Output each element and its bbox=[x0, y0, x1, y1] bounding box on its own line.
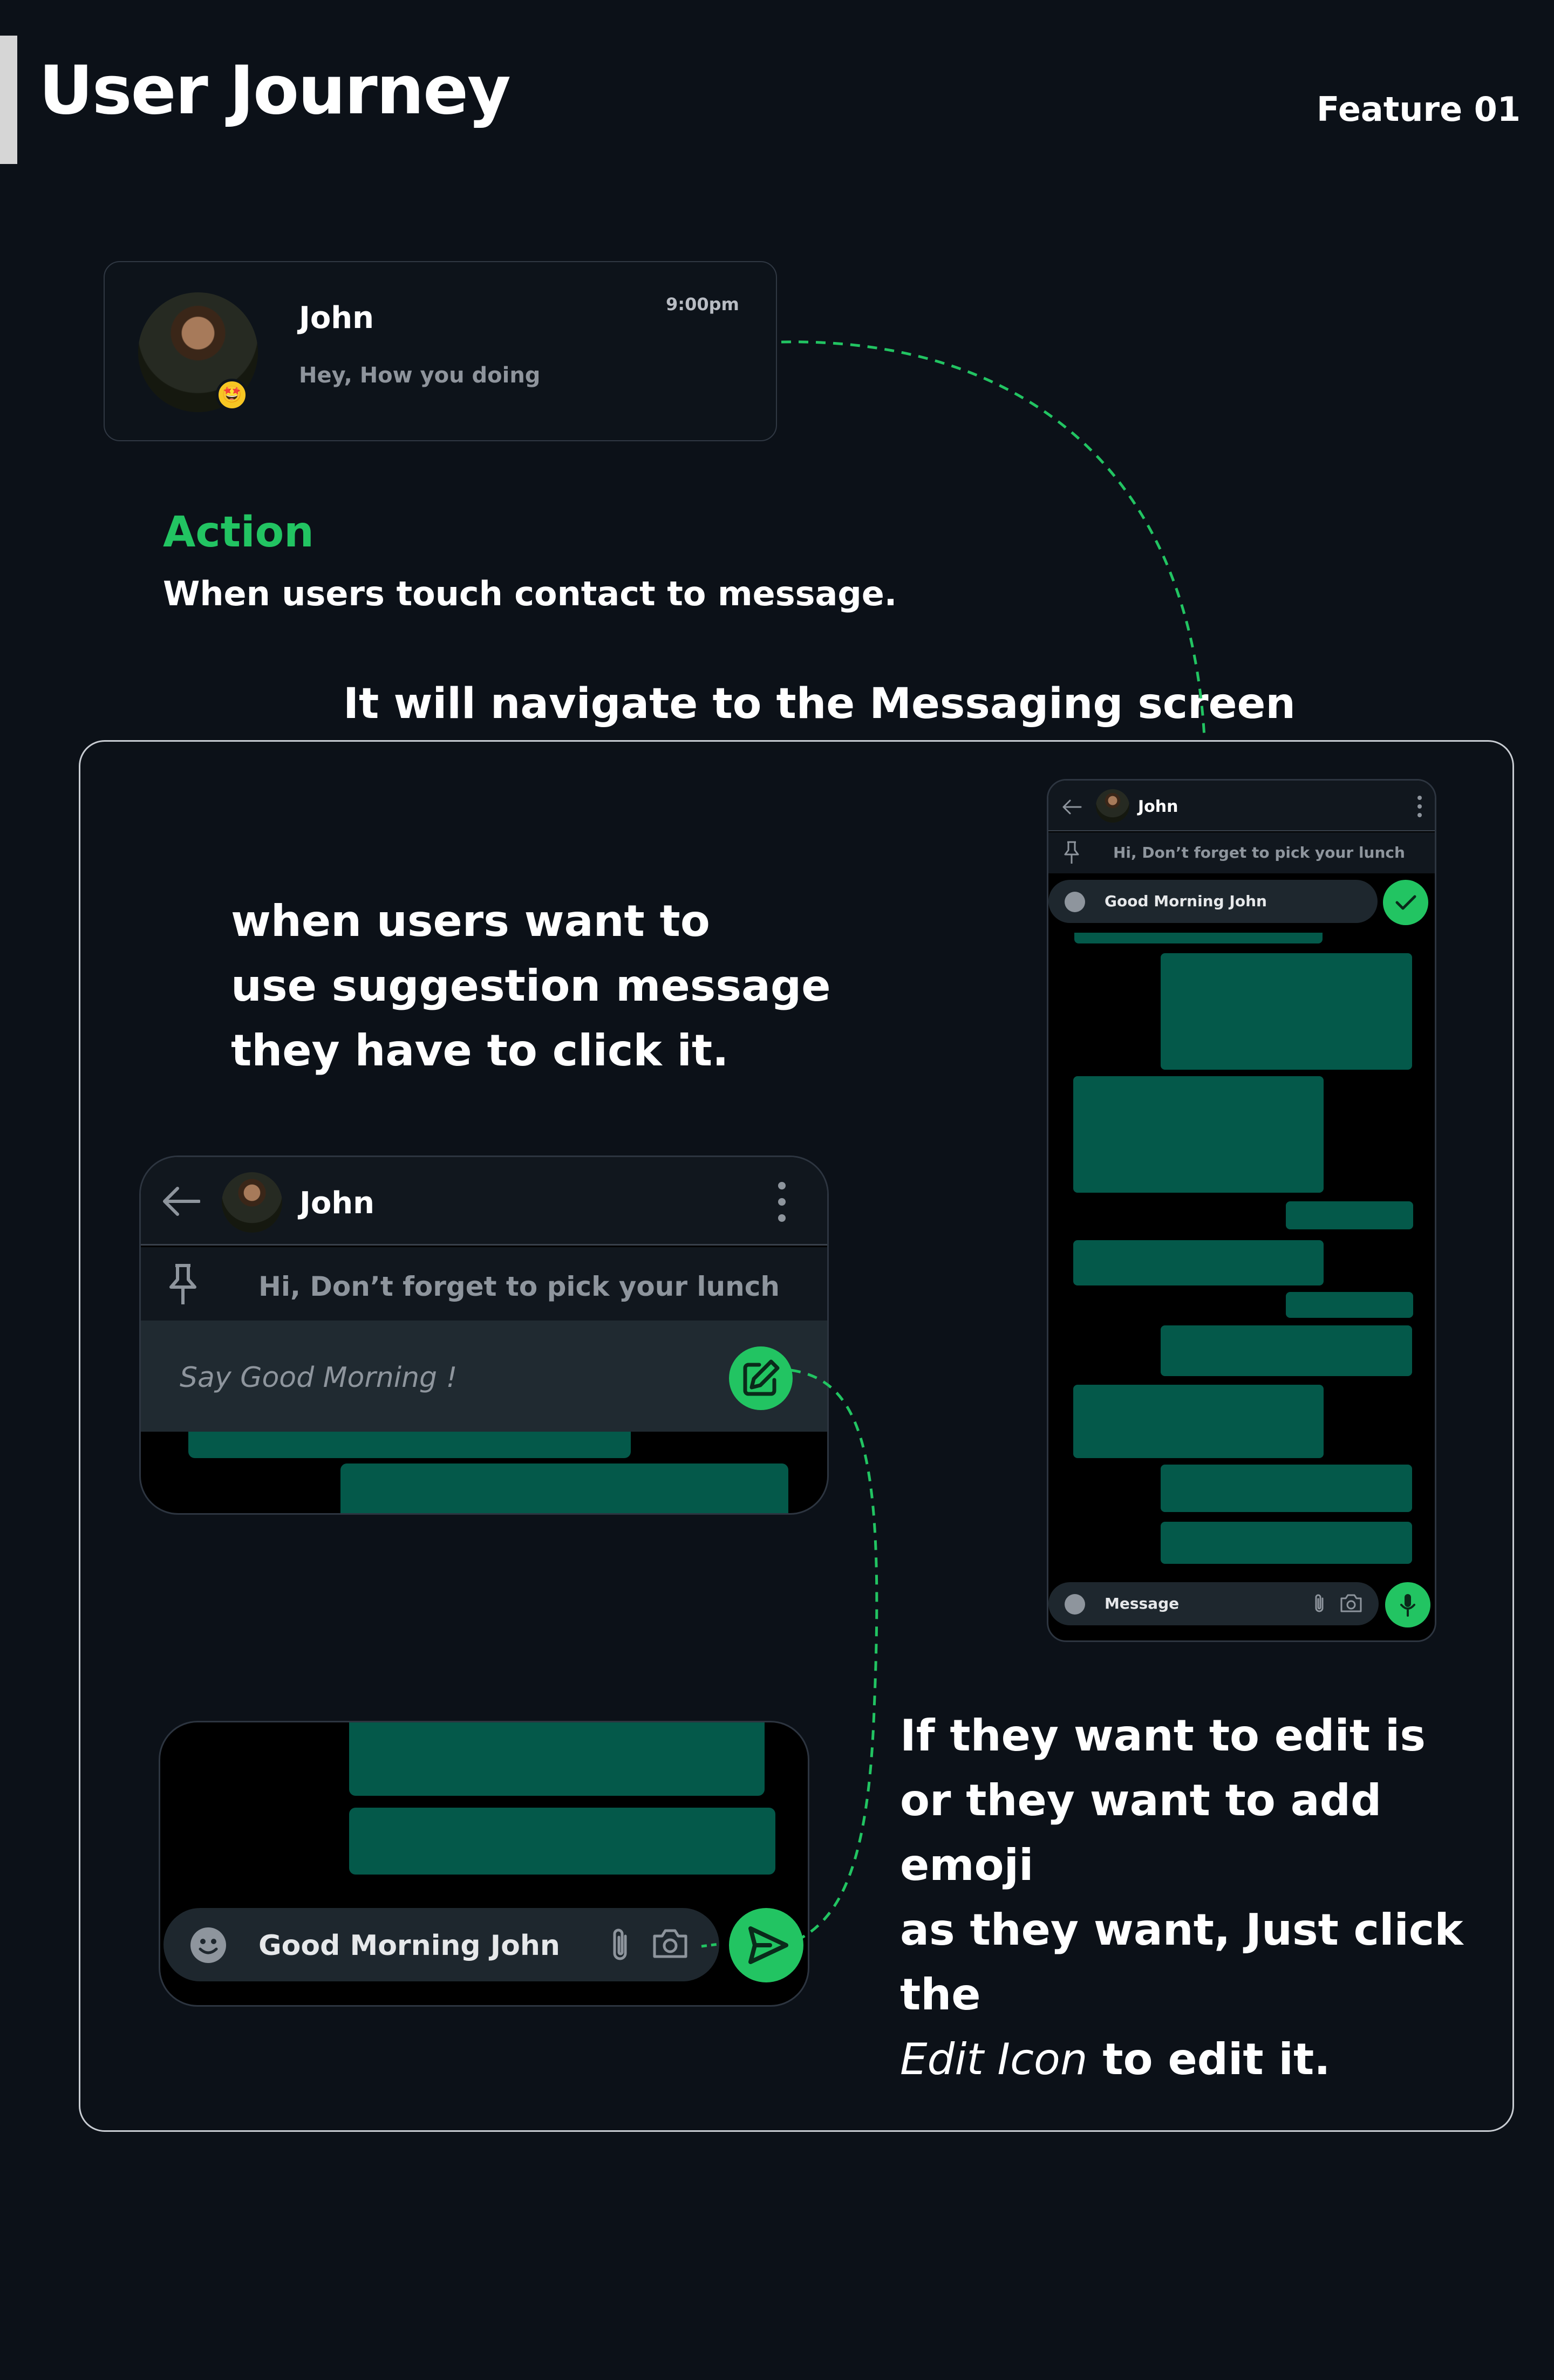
edit-explainer: If they want to edit is or they want to … bbox=[900, 1704, 1515, 2092]
action-description: When users touch contact to message. bbox=[163, 574, 897, 613]
edit-explainer-line: Edit Icon to edit it. bbox=[900, 2027, 1515, 2092]
attach-icon[interactable] bbox=[609, 1926, 631, 1964]
chat-header: John bbox=[141, 1157, 827, 1246]
contact-card[interactable]: 🤩 John 9:00pm Hey, How you doing bbox=[104, 261, 777, 441]
message-bubble bbox=[1161, 1522, 1412, 1564]
feature-label: Feature 01 bbox=[1317, 90, 1521, 129]
suggestion-text[interactable]: Say Good Morning ! bbox=[180, 1364, 457, 1392]
message-bubble bbox=[1073, 1240, 1324, 1285]
pin-icon bbox=[169, 1264, 196, 1304]
suggestion-input[interactable]: Good Morning John bbox=[1048, 880, 1378, 923]
edit-explainer-line: If they want to edit is bbox=[900, 1711, 1426, 1761]
camera-icon[interactable] bbox=[1340, 1593, 1362, 1613]
suggestion-input-text[interactable]: Good Morning John bbox=[1105, 894, 1267, 909]
suggestion-explainer-line: use suggestion message bbox=[231, 961, 831, 1011]
suggestion-explainer: when users want to use suggestion messag… bbox=[231, 889, 878, 1083]
avatar[interactable] bbox=[222, 1172, 282, 1233]
send-icon bbox=[748, 1926, 788, 1964]
camera-icon[interactable] bbox=[651, 1926, 689, 1960]
message-input[interactable]: Good Morning John bbox=[258, 1932, 560, 1960]
chat-suggestion-panel: John Hi, Don’t forget to pick your lunch… bbox=[139, 1155, 829, 1515]
message-bubble bbox=[1161, 1325, 1412, 1376]
navigate-caption: It will navigate to the Messaging screen bbox=[343, 680, 1296, 728]
more-vertical-icon[interactable] bbox=[776, 1182, 787, 1225]
message-bubble bbox=[349, 1808, 775, 1875]
pinned-message-row[interactable]: Hi, Don’t forget to pick your lunch bbox=[1048, 832, 1435, 873]
suggestion-explainer-line: when users want to bbox=[231, 896, 710, 946]
edit-icon bbox=[743, 1359, 780, 1396]
message-bubble bbox=[1161, 953, 1412, 1070]
back-arrow-icon[interactable] bbox=[161, 1184, 200, 1219]
pinned-message-text: Hi, Don’t forget to pick your lunch bbox=[1113, 844, 1405, 861]
message-input-bar[interactable]: Message bbox=[1048, 1582, 1379, 1625]
mic-icon bbox=[1400, 1594, 1415, 1617]
emoji-icon[interactable] bbox=[1065, 892, 1085, 912]
suggestion-explainer-line: they have to click it. bbox=[231, 1025, 729, 1076]
phone-messaging-screen: John Hi, Don’t forget to pick your lunch… bbox=[1047, 779, 1436, 1642]
message-bubble bbox=[1286, 1292, 1413, 1318]
emoji-badge: 🤩 bbox=[216, 379, 248, 411]
chat-header: John bbox=[1048, 781, 1435, 831]
message-bubble bbox=[1074, 933, 1323, 943]
pinned-message-row[interactable]: Hi, Don’t forget to pick your lunch bbox=[141, 1247, 827, 1321]
avatar[interactable] bbox=[1096, 789, 1129, 823]
suggestion-row[interactable]: Say Good Morning ! bbox=[141, 1321, 827, 1432]
message-bubble bbox=[1161, 1465, 1412, 1512]
message-time: 9:00pm bbox=[666, 294, 739, 314]
message-bubble bbox=[349, 1722, 765, 1796]
chat-contact-name[interactable]: John bbox=[299, 1188, 374, 1219]
message-input[interactable]: Message bbox=[1105, 1596, 1179, 1611]
page-title: User Journey bbox=[39, 52, 511, 129]
contact-name: John bbox=[299, 300, 374, 336]
emoji-icon[interactable] bbox=[1065, 1594, 1085, 1615]
edit-icon-reference: Edit Icon bbox=[900, 2034, 1088, 2084]
pin-icon bbox=[1064, 841, 1079, 864]
message-preview: Hey, How you doing bbox=[299, 363, 541, 388]
edit-explainer-tail: to edit it. bbox=[1087, 2034, 1331, 2084]
compose-panel: Good Morning John bbox=[159, 1721, 809, 2007]
emoji-icon[interactable] bbox=[190, 1927, 226, 1963]
chat-contact-name[interactable]: John bbox=[1138, 799, 1178, 815]
connector-contact-to-screen bbox=[781, 340, 1206, 737]
confirm-button[interactable] bbox=[1383, 880, 1428, 925]
message-bubble bbox=[1286, 1201, 1413, 1229]
attach-icon[interactable] bbox=[1313, 1593, 1326, 1615]
message-bubble bbox=[1073, 1076, 1324, 1193]
mic-button[interactable] bbox=[1385, 1582, 1430, 1627]
pinned-message-text: Hi, Don’t forget to pick your lunch bbox=[258, 1271, 780, 1302]
message-input-bar[interactable]: Good Morning John bbox=[163, 1908, 719, 1981]
action-title: Action bbox=[163, 508, 314, 557]
message-bubble bbox=[340, 1463, 788, 1513]
message-bubble bbox=[1073, 1385, 1324, 1458]
header-accent-bar bbox=[0, 36, 17, 164]
more-vertical-icon[interactable] bbox=[1416, 796, 1423, 819]
send-button[interactable] bbox=[729, 1908, 803, 1982]
edit-explainer-line: or they want to add emoji bbox=[900, 1775, 1382, 1890]
edit-button[interactable] bbox=[729, 1346, 793, 1410]
check-icon bbox=[1395, 895, 1416, 910]
edit-explainer-line: as they want, Just click the bbox=[900, 1905, 1463, 2020]
back-arrow-icon[interactable] bbox=[1061, 799, 1082, 815]
